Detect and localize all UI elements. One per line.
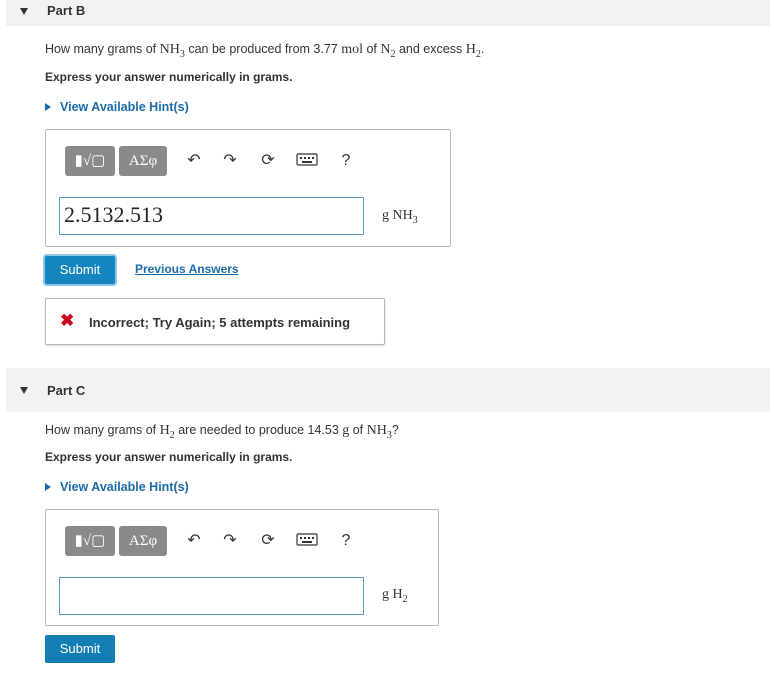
- part-c-answer-panel: ▮√▢ ΑΣφ ↶ ↷ ⟳ ? g H2: [45, 509, 439, 626]
- reset-icon[interactable]: ⟳: [258, 152, 278, 170]
- help-button[interactable]: ?: [336, 152, 356, 170]
- part-b-answer-panel: ▮√▢ ΑΣφ ↶ ↷ ⟳ ? 2.5132.513 g NH3: [45, 129, 451, 247]
- expand-triangle-icon: [45, 103, 51, 111]
- part-b-hint-toggle[interactable]: View Available Hint(s): [45, 100, 189, 114]
- part-c-hint-toggle[interactable]: View Available Hint(s): [45, 480, 189, 494]
- undo-icon[interactable]: ↶: [184, 152, 204, 170]
- redo-icon[interactable]: ↷: [220, 532, 240, 550]
- templates-button[interactable]: ▮√▢: [65, 146, 115, 176]
- part-c-question: How many grams of H2 are needed to produ…: [45, 423, 399, 441]
- part-b-title: Part B: [47, 3, 86, 18]
- undo-icon[interactable]: ↶: [184, 532, 204, 550]
- help-button[interactable]: ?: [336, 532, 356, 550]
- part-b-instruction: Express your answer numerically in grams…: [45, 70, 293, 84]
- feedback-box: ✖ Incorrect; Try Again; 5 attempts remai…: [45, 298, 385, 345]
- answer-unit: g NH3: [382, 208, 418, 226]
- part-b-question: How many grams of NH3 can be produced fr…: [45, 42, 485, 60]
- answer-unit: g H2: [382, 587, 408, 605]
- greek-symbols-button[interactable]: ΑΣφ: [119, 146, 167, 176]
- part-c-header[interactable]: Part C: [6, 368, 770, 412]
- redo-icon[interactable]: ↷: [220, 152, 240, 170]
- feedback-message: Incorrect; Try Again; 5 attempts remaini…: [89, 315, 351, 330]
- part-c-submit-button[interactable]: Submit: [45, 635, 115, 663]
- previous-answers-link[interactable]: Previous Answers: [135, 262, 239, 276]
- reset-icon[interactable]: ⟳: [258, 532, 278, 550]
- keyboard-icon[interactable]: [296, 532, 318, 551]
- answer-input[interactable]: [59, 577, 364, 615]
- greek-symbols-button[interactable]: ΑΣφ: [119, 526, 167, 556]
- keyboard-icon[interactable]: [296, 152, 318, 171]
- collapse-triangle-icon[interactable]: [20, 387, 28, 394]
- templates-button[interactable]: ▮√▢: [65, 526, 115, 556]
- part-c-instruction: Express your answer numerically in grams…: [45, 450, 293, 464]
- part-c-title: Part C: [47, 383, 86, 398]
- part-b-header[interactable]: Part B: [6, 0, 770, 26]
- part-b-submit-button[interactable]: Submit: [45, 256, 115, 284]
- incorrect-x-icon: ✖: [60, 311, 75, 330]
- expand-triangle-icon: [45, 483, 51, 491]
- answer-input[interactable]: 2.5132.513: [59, 197, 364, 235]
- collapse-triangle-icon[interactable]: [20, 8, 28, 15]
